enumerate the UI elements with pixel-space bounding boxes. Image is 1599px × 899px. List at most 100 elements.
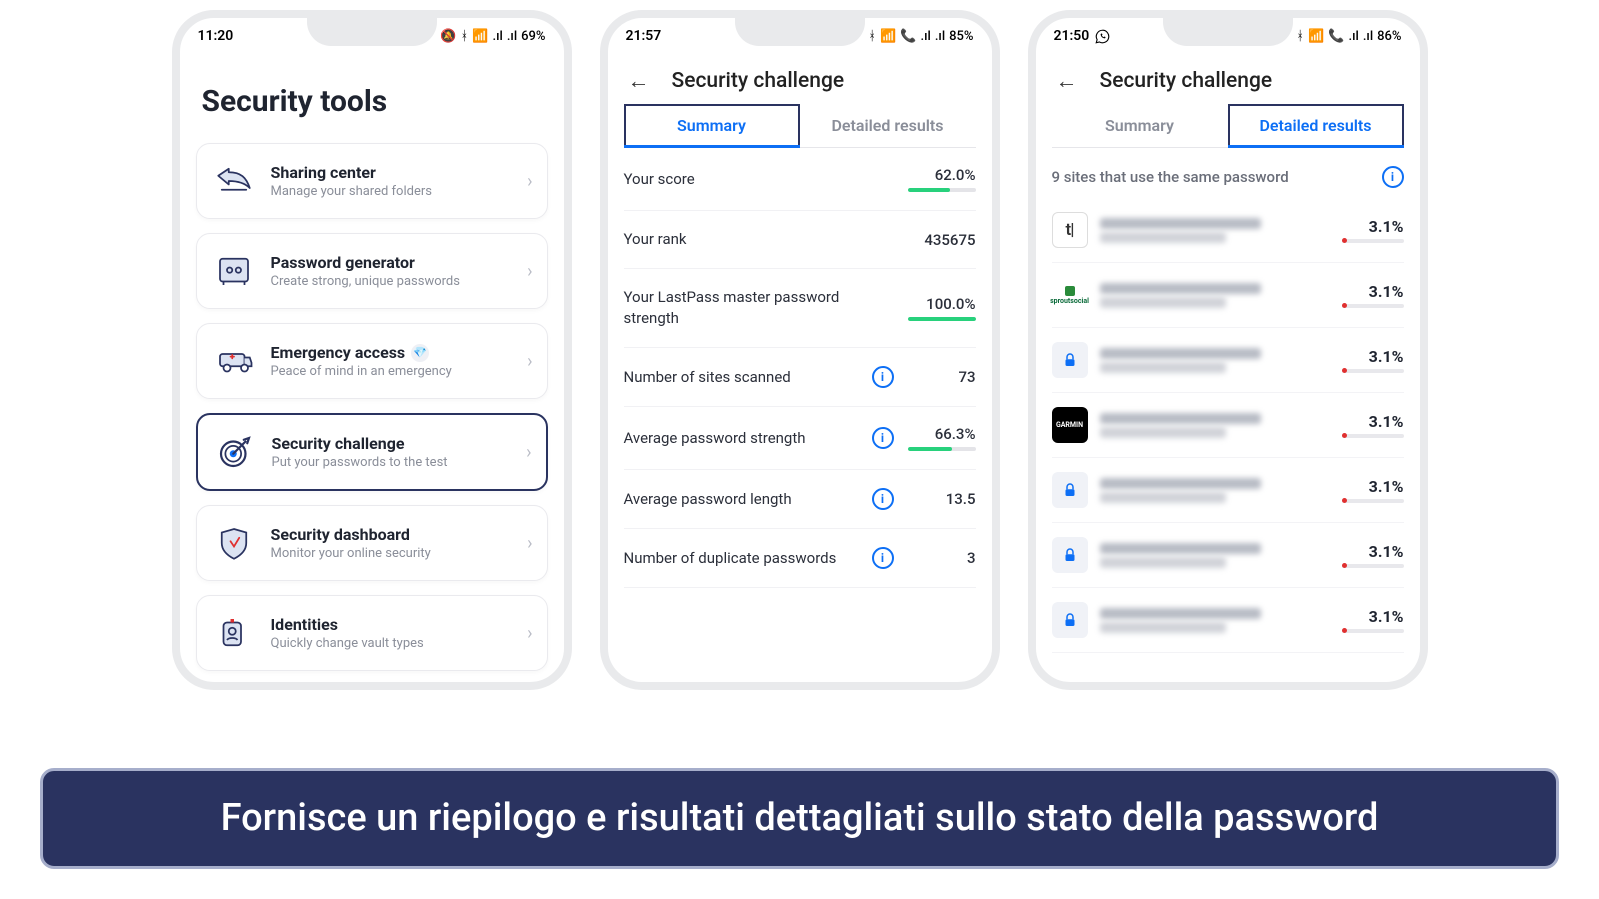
tool-security-dashboard[interactable]: Security dashboard Monitor your online s… — [196, 505, 548, 581]
site-row[interactable]: 3.1% — [1052, 588, 1404, 653]
signal-icon: .ıl — [507, 29, 517, 44]
signal-icon: .ıl — [920, 29, 930, 44]
tool-emergency-access[interactable]: Emergency access 💎 Peace of mind in an e… — [196, 323, 548, 399]
caption-bar: Fornisce un riepilogo e risultati dettag… — [40, 768, 1559, 870]
chevron-right-icon: › — [527, 351, 532, 372]
battery-pct: 86% — [1377, 29, 1401, 44]
tool-title: Identities — [271, 615, 514, 634]
lock-icon — [1052, 602, 1088, 638]
whatsapp-icon — [1095, 29, 1110, 44]
stat-avg-length: Average password length i 13.5 — [624, 470, 976, 529]
app-icon: sproutsocial — [1052, 277, 1088, 313]
section-heading: 9 sites that use the same password — [1052, 168, 1289, 186]
site-row[interactable]: GARMIN 3.1% — [1052, 393, 1404, 458]
phone-summary: 21:57 ᚼ 📶 📞 .ıl .ıl 85% ← Security chall… — [600, 10, 1000, 690]
stat-rank: Your rank 435675 — [624, 211, 976, 269]
status-right: 🔕 ᚼ 📶 .ıl .ıl 69% — [440, 29, 545, 44]
wifi-icon: 📶 — [880, 29, 896, 44]
notch — [735, 18, 865, 46]
signal-icon: .ıl — [935, 29, 945, 44]
shield-icon — [211, 520, 257, 566]
back-arrow-icon[interactable]: ← — [1056, 68, 1078, 94]
volte-icon: 📞 — [900, 29, 916, 44]
lock-icon — [1052, 537, 1088, 573]
tab-summary[interactable]: Summary — [624, 104, 800, 147]
stat-score: Your score 62.0% — [624, 148, 976, 211]
redacted-text — [1100, 215, 1330, 246]
signal-icon: .ıl — [492, 29, 502, 44]
tool-title: Security challenge — [272, 434, 513, 453]
bt-icon: ᚼ — [868, 29, 876, 44]
status-right: ᚼ 📶 📞 .ıl .ıl 85% — [868, 29, 973, 44]
redacted-text — [1100, 475, 1330, 506]
redacted-text — [1100, 605, 1330, 636]
info-icon[interactable]: i — [872, 547, 894, 569]
redacted-text — [1100, 540, 1330, 571]
header-title: Security challenge — [672, 69, 845, 93]
tool-sub: Quickly change vault types — [271, 636, 514, 651]
id-icon — [211, 610, 257, 656]
tool-title: Password generator — [271, 253, 514, 272]
site-row[interactable]: 3.1% — [1052, 458, 1404, 523]
tab-summary[interactable]: Summary — [1052, 104, 1228, 147]
battery-pct: 85% — [949, 29, 973, 44]
lock-icon — [1052, 342, 1088, 378]
wifi-icon: 📶 — [472, 29, 488, 44]
status-time: 21:57 — [626, 28, 662, 44]
status-time: 11:20 — [198, 28, 234, 44]
stat-sites: Number of sites scanned i 73 — [624, 348, 976, 407]
premium-badge-icon: 💎 — [411, 344, 429, 362]
tool-password-generator[interactable]: Password generator Create strong, unique… — [196, 233, 548, 309]
phone-security-tools: 11:20 🔕 ᚼ 📶 .ıl .ıl 69% Security tools S… — [172, 10, 572, 690]
app-icon: t| — [1052, 212, 1088, 248]
dnd-icon: 🔕 — [440, 29, 456, 44]
tool-sub: Manage your shared folders — [271, 184, 514, 199]
ambulance-icon — [211, 338, 257, 384]
stat-duplicates: Number of duplicate passwords i 3 — [624, 529, 976, 588]
signal-icon: .ıl — [1363, 29, 1373, 44]
safe-icon — [211, 248, 257, 294]
info-icon[interactable]: i — [872, 488, 894, 510]
share-icon — [211, 158, 257, 204]
info-icon[interactable]: i — [872, 366, 894, 388]
info-icon[interactable]: i — [872, 427, 894, 449]
tool-sub: Create strong, unique passwords — [271, 274, 514, 289]
tool-sub: Monitor your online security — [271, 546, 514, 561]
tool-security-challenge[interactable]: Security challenge Put your passwords to… — [196, 413, 548, 491]
redacted-text — [1100, 410, 1330, 441]
status-time: 21:50 — [1054, 28, 1090, 44]
target-icon — [212, 429, 258, 475]
stat-master: Your LastPass master password strength 1… — [624, 269, 976, 348]
tool-title: Sharing center — [271, 163, 514, 182]
chevron-right-icon: › — [527, 261, 532, 282]
tool-identities[interactable]: Identities Quickly change vault types › — [196, 595, 548, 671]
tool-sharing-center[interactable]: Sharing center Manage your shared folder… — [196, 143, 548, 219]
phone-detailed: 21:50 ᚼ 📶 📞 .ıl .ıl 86% ← Security chall… — [1028, 10, 1428, 690]
chevron-right-icon: › — [527, 623, 532, 644]
chevron-right-icon: › — [527, 533, 532, 554]
notch — [307, 18, 437, 46]
tool-title: Security dashboard — [271, 525, 514, 544]
site-row[interactable]: 3.1% — [1052, 328, 1404, 393]
stat-avg-strength: Average password strength i 66.3% — [624, 407, 976, 470]
tool-sub: Peace of mind in an emergency — [271, 364, 514, 379]
notch — [1163, 18, 1293, 46]
page-title: Security tools — [202, 84, 548, 119]
status-right: ᚼ 📶 📞 .ıl .ıl 86% — [1296, 29, 1401, 44]
back-arrow-icon[interactable]: ← — [628, 68, 650, 94]
site-row[interactable]: sproutsocial 3.1% — [1052, 263, 1404, 328]
tab-detailed[interactable]: Detailed results — [1228, 104, 1404, 147]
bt-icon: ᚼ — [1296, 29, 1304, 44]
site-row[interactable]: t| 3.1% — [1052, 198, 1404, 263]
tool-sub: Put your passwords to the test — [272, 455, 513, 470]
battery-pct: 69% — [521, 29, 545, 44]
app-icon: GARMIN — [1052, 407, 1088, 443]
tab-detailed[interactable]: Detailed results — [800, 104, 976, 147]
info-icon[interactable]: i — [1382, 166, 1404, 188]
site-row[interactable]: 3.1% — [1052, 523, 1404, 588]
lock-icon — [1052, 472, 1088, 508]
bt-icon: ᚼ — [460, 29, 468, 44]
redacted-text — [1100, 280, 1330, 311]
chevron-right-icon: › — [526, 442, 531, 463]
signal-icon: .ıl — [1348, 29, 1358, 44]
